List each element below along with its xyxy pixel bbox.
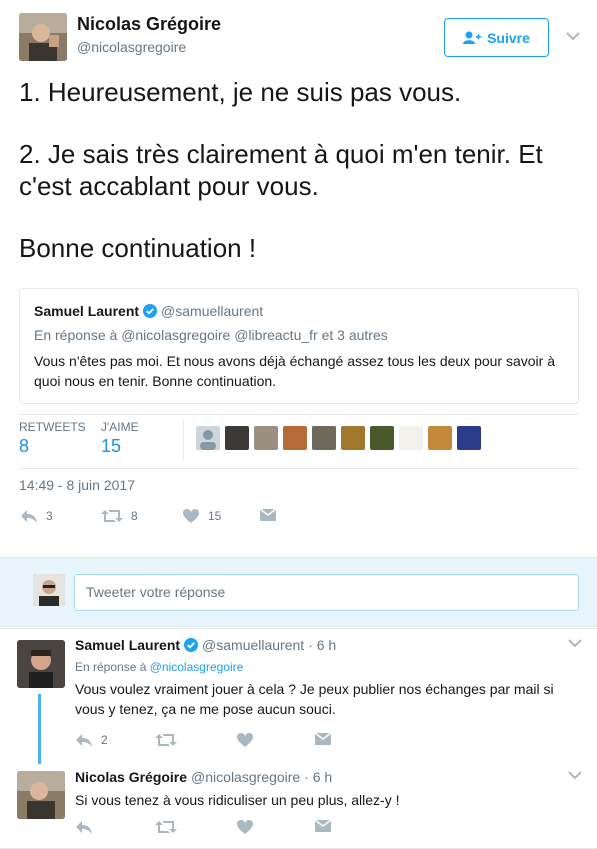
tweet-paragraph-1: 1. Heureusement, je ne suis pas vous. (19, 77, 462, 107)
reply-author-name[interactable]: Samuel Laurent (75, 637, 180, 653)
reply-action[interactable]: 3 (20, 508, 53, 524)
likers-list (196, 426, 481, 450)
retweet-icon (155, 821, 177, 833)
liker-avatar[interactable] (457, 426, 481, 450)
stats-bottom-divider (19, 468, 579, 469)
retweets-label: RETWEETS (19, 420, 86, 434)
liker-avatar[interactable] (254, 426, 278, 450)
likes-value: 15 (101, 436, 122, 456)
retweets-value: 8 (19, 436, 30, 456)
reply-time[interactable]: · 6 h (304, 769, 332, 785)
reply-author-avatar[interactable] (17, 640, 65, 688)
liker-avatar[interactable] (341, 426, 365, 450)
reply-input[interactable]: Tweeter votre réponse (74, 574, 579, 611)
liker-avatar[interactable] (399, 426, 423, 450)
liker-avatar[interactable] (312, 426, 336, 450)
like-action[interactable] (236, 819, 254, 835)
verified-icon (143, 304, 158, 318)
quoted-tweet-header: Samuel Laurent @samuellaurent (34, 303, 263, 319)
message-action[interactable] (314, 819, 332, 833)
thread-connector (38, 694, 41, 764)
liker-avatar[interactable] (370, 426, 394, 450)
liker-avatar[interactable] (196, 426, 220, 450)
likes-label: J'AIME (101, 420, 139, 434)
tweet-text: 1. Heureusement, je ne suis pas vous. 2.… (19, 76, 584, 294)
author-name[interactable]: Nicolas Grégoire (77, 14, 221, 35)
retweet-icon (155, 734, 177, 746)
envelope-icon (314, 819, 332, 832)
reply-author-avatar[interactable] (17, 771, 65, 819)
reply-action[interactable] (75, 819, 93, 835)
like-action[interactable]: 15 (182, 508, 221, 524)
envelope-icon (259, 508, 277, 521)
likes-stat[interactable]: J'AIME 15 (101, 420, 139, 457)
retweet-action[interactable] (155, 819, 177, 835)
reply-count: 2 (101, 733, 108, 747)
message-action[interactable] (314, 732, 332, 746)
heart-icon (237, 820, 253, 834)
liker-avatar[interactable] (428, 426, 452, 450)
reply-context-prefix: En réponse à (75, 660, 147, 674)
current-user-avatar (33, 574, 65, 606)
chevron-down-icon[interactable] (568, 770, 582, 780)
reply-author-handle[interactable]: @samuellaurent (202, 637, 304, 653)
quoted-reply-context: En réponse à @nicolasgregoire @libreactu… (34, 327, 388, 343)
quoted-tweet-text: Vous n'êtes pas moi. Et nous avons déjà … (34, 353, 555, 389)
reply-action[interactable]: 2 (75, 732, 108, 748)
reply-header: Samuel Laurent @samuellaurent · 6 h (75, 637, 336, 653)
tweet-paragraph-2: 2. Je sais très clairement à quoi m'en t… (19, 139, 543, 201)
envelope-icon (314, 732, 332, 745)
reply-text: Vous voulez vraiment jouer à cela ? Je p… (75, 681, 554, 717)
follow-button[interactable]: Suivre (444, 18, 549, 57)
reply-author-handle[interactable]: @nicolasgregoire (191, 769, 300, 785)
author-avatar-image (19, 13, 67, 61)
retweet-action[interactable]: 8 (101, 508, 138, 524)
quoted-tweet[interactable]: Samuel Laurent @samuellaurent En réponse… (19, 288, 579, 404)
stats-top-divider (19, 414, 579, 415)
chevron-down-icon[interactable] (568, 638, 582, 648)
reply-context-user[interactable]: @nicolasgregoire (150, 660, 244, 674)
quoted-reply-to: @nicolasgregoire @libreactu_fr et 3 autr… (121, 327, 388, 343)
like-action[interactable] (236, 732, 254, 748)
reply-author-name[interactable]: Nicolas Grégoire (75, 769, 187, 785)
reply-separator (0, 628, 597, 629)
retweets-stat[interactable]: RETWEETS 8 (19, 420, 86, 457)
heart-icon (237, 733, 253, 747)
reply-time[interactable]: · 6 h (308, 637, 336, 653)
add-user-icon (463, 31, 482, 44)
stats-vertical-divider (183, 420, 184, 460)
follow-button-label: Suivre (487, 29, 530, 46)
quoted-author-handle: @samuellaurent (161, 303, 264, 319)
chevron-down-icon[interactable] (566, 31, 580, 41)
reply-icon (76, 821, 92, 834)
message-action[interactable] (259, 508, 277, 522)
verified-icon (184, 638, 199, 652)
author-handle[interactable]: @nicolasgregoire (77, 39, 186, 55)
heart-icon (183, 509, 199, 523)
quoted-reply-prefix: En réponse à (34, 327, 118, 343)
reply-count: 3 (46, 509, 53, 523)
tweet-timestamp[interactable]: 14:49 - 8 juin 2017 (19, 477, 135, 493)
author-avatar[interactable] (19, 13, 67, 61)
reply-icon (76, 734, 92, 747)
liker-avatar[interactable] (283, 426, 307, 450)
reply-icon (21, 510, 37, 523)
tweet-paragraph-3: Bonne continuation ! (19, 233, 257, 263)
reply-header: Nicolas Grégoire @nicolasgregoire · 6 h (75, 769, 332, 785)
reply-text: Si vous tenez à vous ridiculiser un peu … (75, 792, 400, 808)
reply-context: En réponse à @nicolasgregoire (75, 660, 243, 674)
retweet-icon (101, 510, 123, 522)
liker-avatar[interactable] (225, 426, 249, 450)
like-count: 15 (208, 509, 222, 523)
retweet-count: 8 (131, 509, 138, 523)
quoted-author-name: Samuel Laurent (34, 303, 140, 319)
retweet-action[interactable] (155, 732, 177, 748)
